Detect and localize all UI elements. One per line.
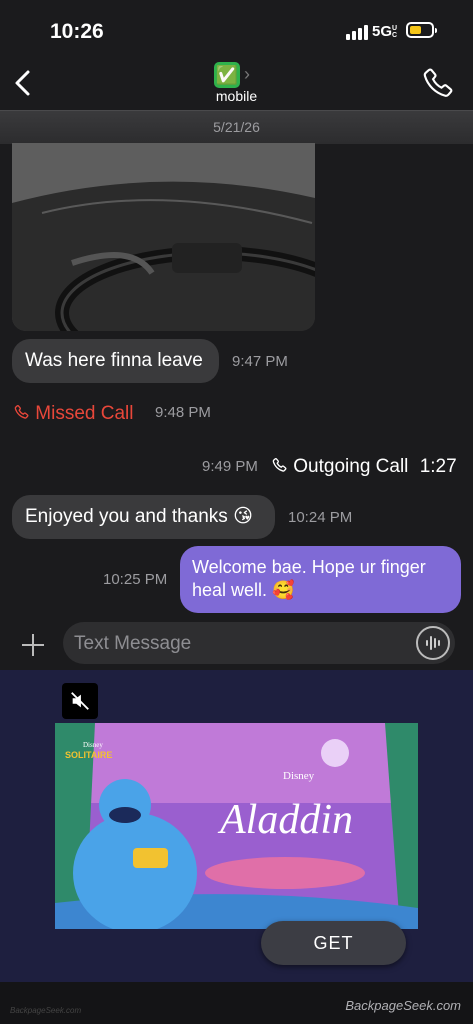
phone-icon xyxy=(272,458,287,472)
outgoing-call-label: Outgoing Call xyxy=(293,456,409,477)
message-text: Welcome bae. Hope ur finger heal well. 🥰 xyxy=(192,557,426,600)
network-indicator: 5GUC xyxy=(372,23,398,40)
date-divider: 5/21/26 xyxy=(0,110,473,144)
outgoing-message[interactable]: Welcome bae. Hope ur finger heal well. 🥰 xyxy=(180,546,461,613)
chevron-right-icon[interactable]: › xyxy=(244,64,250,85)
message-text: Enjoyed you and thanks 😘 xyxy=(25,506,253,527)
network-label: 5G xyxy=(372,23,393,40)
missed-call-icon xyxy=(14,405,29,419)
message-timestamp: 10:25 PM xyxy=(103,571,168,588)
incoming-message[interactable]: Enjoyed you and thanks 😘 xyxy=(12,495,275,539)
message-timestamp: 9:48 PM xyxy=(155,404,211,421)
missed-call-label: Missed Call xyxy=(35,403,134,424)
photo-steering-wheel xyxy=(12,143,315,331)
aladdin-ad-artwork: Disney SOLITAIRE Disney Aladdin xyxy=(55,723,418,929)
message-text: Was here finna leave xyxy=(25,350,203,371)
phone-call-button[interactable] xyxy=(422,66,456,100)
call-duration: 1:27 xyxy=(419,456,457,477)
battery-icon xyxy=(406,22,437,38)
date-label: 5/21/26 xyxy=(213,119,260,135)
check-mark-icon: ✅ xyxy=(215,65,239,85)
message-timestamp: 9:47 PM xyxy=(232,353,288,370)
outgoing-call-item[interactable]: Outgoing Call 1:27 xyxy=(272,456,457,478)
waveform-icon xyxy=(426,636,440,650)
ad-title: Aladdin xyxy=(217,797,353,843)
network-suffix: UC xyxy=(392,25,398,40)
phone-icon xyxy=(423,68,453,97)
text-message-input[interactable]: Text Message xyxy=(63,622,455,664)
status-time: 10:26 xyxy=(50,20,104,43)
missed-call-item[interactable]: Missed Call xyxy=(14,403,133,425)
svg-text:Disney: Disney xyxy=(283,770,315,782)
plus-icon xyxy=(22,634,44,656)
message-timestamp: 10:24 PM xyxy=(288,509,353,526)
mute-button[interactable] xyxy=(62,683,98,719)
add-attachment-button[interactable] xyxy=(18,630,48,660)
image-message[interactable] xyxy=(12,143,315,331)
watermark-left: BackpageSeek.com xyxy=(10,1006,82,1015)
contact-label[interactable]: mobile xyxy=(0,88,473,104)
get-button[interactable]: GET xyxy=(261,921,406,965)
message-timestamp: 9:49 PM xyxy=(202,458,258,475)
voice-message-button[interactable] xyxy=(416,626,450,660)
ad-image[interactable]: Disney SOLITAIRE Disney Aladdin xyxy=(55,723,418,929)
ad-game-label: SOLITAIRE xyxy=(65,750,112,760)
input-placeholder: Text Message xyxy=(74,633,192,654)
signal-icon xyxy=(346,24,368,40)
contact-avatar[interactable]: ✅ xyxy=(214,62,240,88)
watermark-right: BackpageSeek.com xyxy=(345,998,461,1013)
speaker-muted-icon xyxy=(71,692,89,710)
svg-text:Disney: Disney xyxy=(83,741,103,749)
incoming-message[interactable]: Was here finna leave xyxy=(12,339,219,383)
